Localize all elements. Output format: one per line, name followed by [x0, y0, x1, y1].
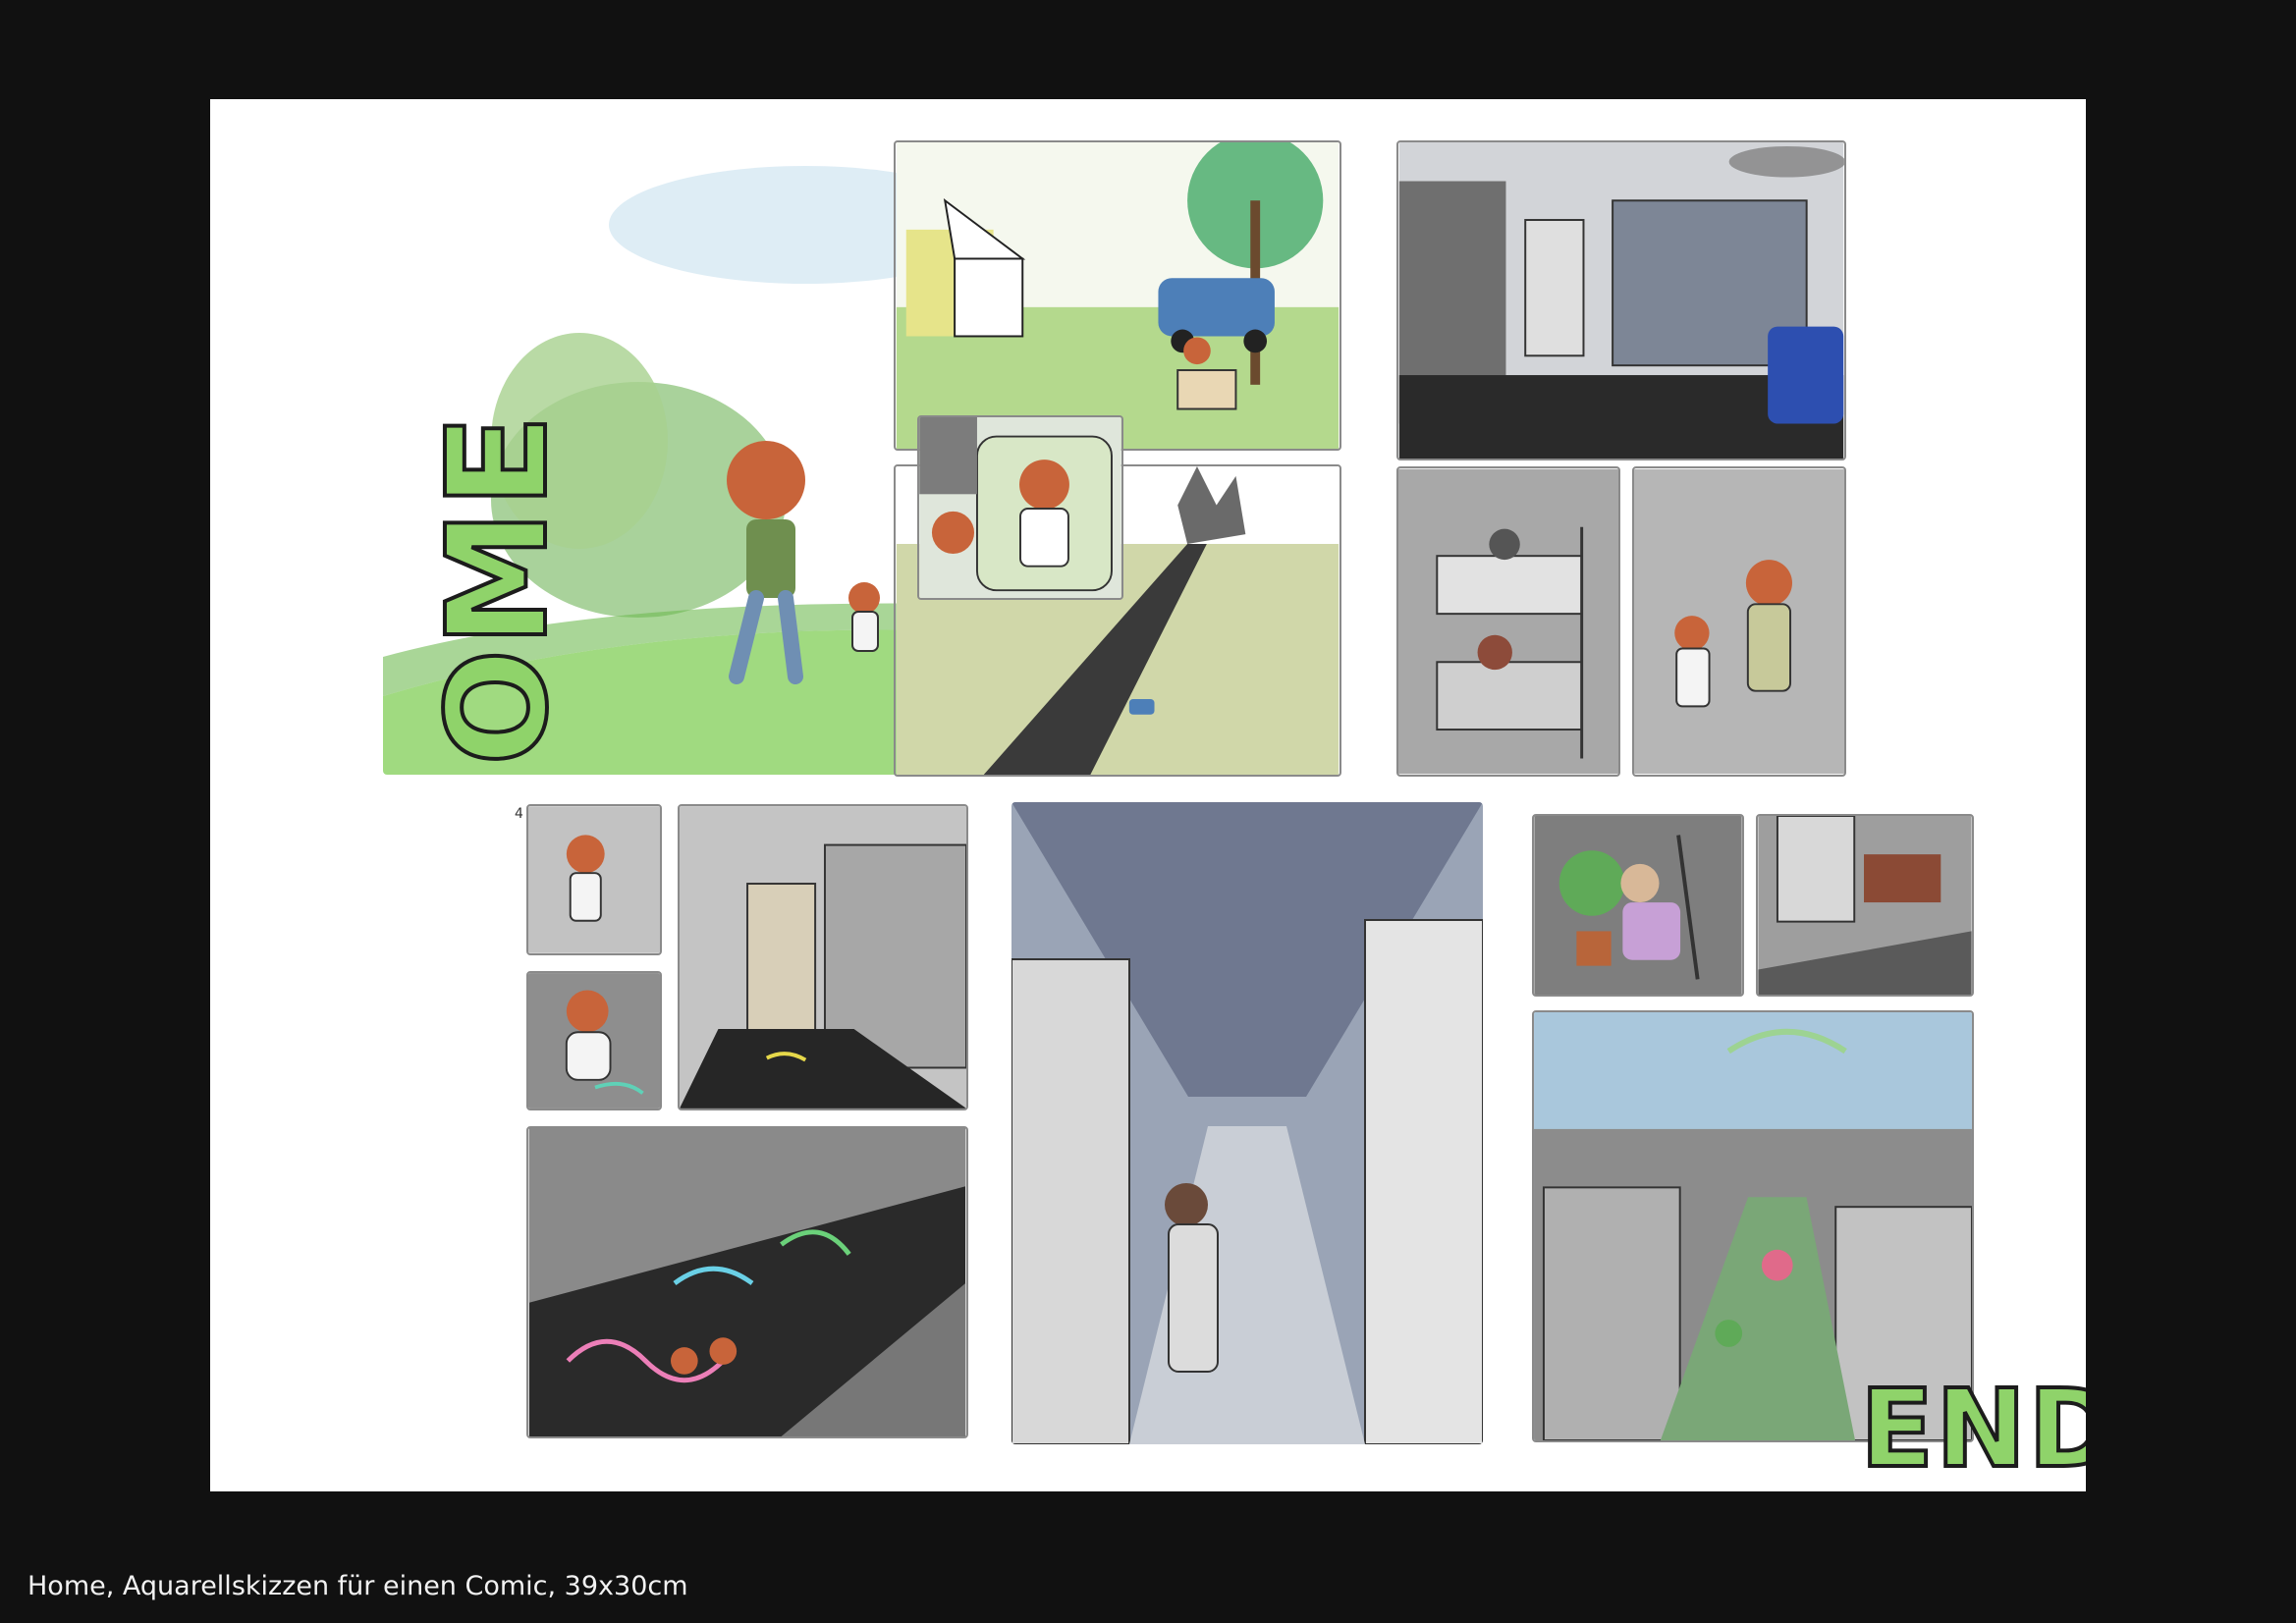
- comic-sheet: HOME 4 END: [210, 99, 2086, 1491]
- panel-boot-step: [1756, 814, 1974, 997]
- page-number: 4: [515, 806, 523, 822]
- artwork-caption: Home, Aquarellskizzen für einen Comic, 3…: [27, 1571, 688, 1601]
- panel-car-interior: [917, 415, 1123, 600]
- panel-city-chalk: [678, 804, 968, 1110]
- bunk-bed-illustration: [1398, 468, 1618, 775]
- panel-moving-house: [894, 140, 1341, 451]
- panel-chalk-night: [526, 1126, 968, 1438]
- panel-tree-planting: [1532, 814, 1744, 997]
- city-chalk-illustration: [680, 806, 966, 1109]
- panel-walking-gray: [1632, 466, 1846, 777]
- girl-small-1-illustration: [528, 806, 660, 953]
- girl-crouching-illustration: [528, 973, 660, 1109]
- panel-girl-crouching: [526, 971, 662, 1110]
- tree-planting-illustration: [1534, 816, 1742, 995]
- car-interior-illustration: [919, 417, 1121, 598]
- boot-step-illustration: [1758, 816, 1972, 995]
- walking-gray-illustration: [1634, 468, 1844, 775]
- end-title-text: END: [1858, 1364, 2086, 1491]
- moving-house-illustration: [896, 142, 1339, 449]
- home-title-text: HOME: [416, 410, 580, 775]
- panel-bunk-bed: [1396, 466, 1620, 777]
- panel-girl-small-1: [526, 804, 662, 955]
- rain-street-illustration: [1011, 802, 1483, 1444]
- panel-rain-street: [1011, 802, 1483, 1444]
- panel-gray-city-street: [1396, 140, 1846, 460]
- chalk-night-illustration: [528, 1128, 966, 1436]
- gray-city-street-illustration: [1398, 142, 1844, 459]
